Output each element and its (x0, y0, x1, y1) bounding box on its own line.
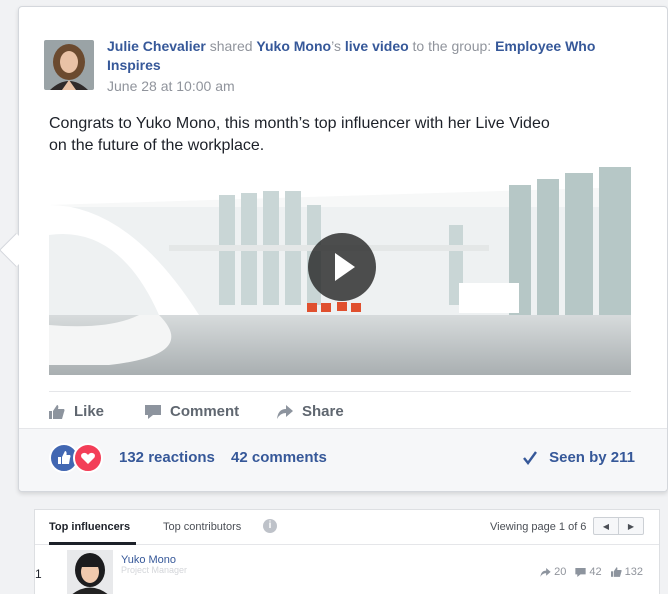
comments-link[interactable]: 42 comments (231, 449, 327, 466)
active-tab-indicator (49, 542, 136, 545)
seen-by-label: Seen by 211 (549, 449, 635, 466)
prev-icon[interactable]: ◀ (594, 518, 619, 534)
comment-count: 42 (575, 566, 602, 578)
influencer-tabs: Top influencers Top contributors i Viewi… (35, 510, 659, 545)
post-timestamp[interactable]: June 28 at 10:00 am (107, 78, 235, 94)
influencer-role: Project Manager (121, 565, 188, 575)
pager: ◀ ▶ (593, 517, 644, 535)
author-avatar[interactable] (44, 40, 94, 90)
share-label: Share (302, 403, 344, 420)
share-icon (540, 567, 551, 577)
info-icon[interactable]: i (263, 519, 277, 533)
influencers-panel: Top influencers Top contributors i Viewi… (34, 509, 660, 594)
like-count: 132 (610, 566, 643, 578)
possessive: ’s (331, 38, 341, 54)
mention-link[interactable]: Yuko Mono (256, 38, 331, 54)
comment-icon (575, 567, 587, 577)
comment-label: Comment (170, 403, 240, 420)
seen-by[interactable]: Seen by 211 (523, 449, 635, 466)
influencer-stats: 20 42 132 (540, 566, 643, 578)
like-label: Like (74, 403, 105, 420)
like-icon (610, 567, 622, 577)
post-footer: 132 reactions 42 comments Seen by 211 (19, 428, 667, 491)
check-icon (523, 450, 538, 465)
to-group-text: to the group: (412, 38, 492, 54)
like-icon (49, 404, 65, 419)
rank-number: 1 (35, 567, 42, 581)
author-link[interactable]: Julie Chevalier (107, 38, 206, 54)
share-button[interactable]: Share (277, 403, 344, 420)
post-card: Julie Chevalier shared Yuko Mono’s live … (18, 6, 668, 492)
tab-top-influencers[interactable]: Top influencers (49, 521, 130, 533)
shared-verb: shared (209, 38, 253, 54)
divider (49, 391, 631, 392)
influencer-avatar[interactable] (67, 550, 113, 594)
love-icon (73, 443, 103, 473)
tab-top-contributors[interactable]: Top contributors (163, 521, 241, 533)
page-indicator: Viewing page 1 of 6 (490, 521, 587, 533)
comment-icon (145, 404, 161, 419)
comment-button[interactable]: Comment (145, 403, 239, 420)
reactions-link[interactable]: 132 reactions (119, 449, 215, 466)
post-header: Julie Chevalier shared Yuko Mono’s live … (107, 37, 637, 75)
post-text-line: on the future of the workplace. (49, 137, 265, 154)
post-text-line: Congrats to Yuko Mono, this month’s top … (49, 115, 550, 132)
live-video-link[interactable]: live video (345, 38, 409, 54)
share-icon (277, 404, 293, 419)
play-icon[interactable] (308, 233, 376, 301)
share-count: 20 (540, 566, 566, 578)
like-button[interactable]: Like (49, 403, 104, 420)
next-icon[interactable]: ▶ (619, 518, 643, 534)
post-body: Congrats to Yuko Mono, this month’s top … (49, 113, 609, 157)
